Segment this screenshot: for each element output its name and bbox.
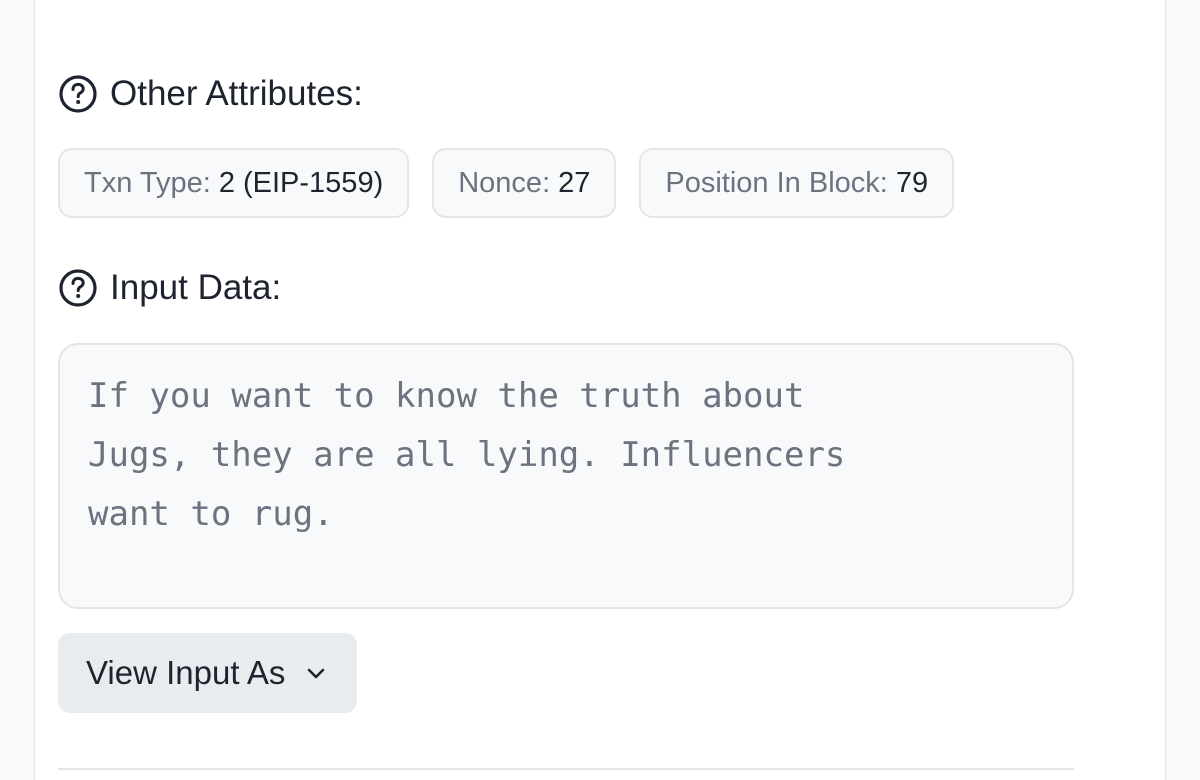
position-in-block-label: Position In Block:	[665, 166, 888, 199]
position-in-block-value: 79	[895, 166, 929, 199]
attribute-badges: Txn Type: 2 (EIP-1559) Nonce: 27 Positio…	[58, 148, 955, 218]
input-data-title: Input Data:	[110, 268, 282, 307]
nonce-label: Nonce:	[458, 166, 551, 199]
input-data-textarea[interactable]: If you want to know the truth about Jugs…	[58, 343, 1074, 609]
section-divider	[58, 768, 1074, 770]
nonce-badge: Nonce: 27	[432, 148, 617, 218]
other-attributes-title: Other Attributes:	[110, 74, 363, 113]
input-data-heading: Input Data:	[58, 268, 281, 308]
question-circle-icon[interactable]	[58, 74, 98, 114]
position-in-block-badge: Position In Block: 79	[639, 148, 955, 218]
txn-type-badge: Txn Type: 2 (EIP-1559)	[58, 148, 410, 218]
txn-type-label: Txn Type:	[84, 166, 211, 199]
question-circle-icon[interactable]	[58, 268, 98, 308]
view-input-as-label: View Input As	[86, 654, 286, 691]
nonce-value: 27	[558, 166, 591, 199]
txn-type-value: 2 (EIP-1559)	[218, 166, 384, 199]
chevron-down-icon	[303, 660, 329, 686]
view-input-as-button[interactable]: View Input As	[58, 633, 358, 713]
other-attributes-heading: Other Attributes:	[58, 74, 363, 114]
